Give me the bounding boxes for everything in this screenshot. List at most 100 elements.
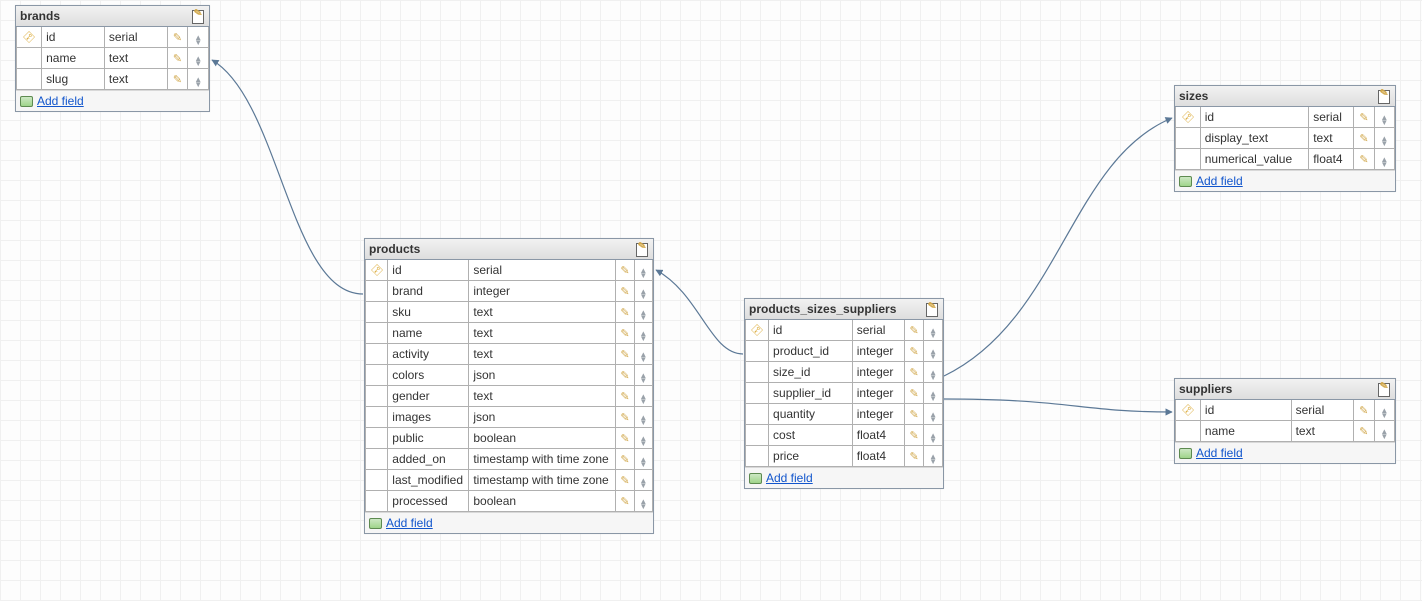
reorder-field-cell[interactable]: ▲▼ bbox=[634, 323, 652, 344]
edit-table-icon[interactable] bbox=[191, 9, 205, 23]
reorder-field-cell[interactable]: ▲▼ bbox=[924, 383, 943, 404]
reorder-field-cell[interactable]: ▲▼ bbox=[634, 491, 652, 512]
field-row[interactable]: supplier_idinteger✎▲▼ bbox=[746, 383, 943, 404]
edit-field-cell[interactable]: ✎ bbox=[167, 27, 188, 48]
add-field-row[interactable]: Add field bbox=[1175, 170, 1395, 191]
reorder-field-cell[interactable]: ▲▼ bbox=[188, 69, 209, 90]
field-row[interactable]: ⚿idserial✎▲▼ bbox=[746, 320, 943, 341]
field-row[interactable]: brandinteger✎▲▼ bbox=[366, 281, 653, 302]
field-row[interactable]: size_idinteger✎▲▼ bbox=[746, 362, 943, 383]
edit-field-cell[interactable]: ✎ bbox=[905, 362, 924, 383]
field-row[interactable]: slugtext✎▲▼ bbox=[17, 69, 209, 90]
add-field-row[interactable]: Add field bbox=[16, 90, 209, 111]
reorder-field-cell[interactable]: ▲▼ bbox=[924, 341, 943, 362]
add-field-link[interactable]: Add field bbox=[1196, 174, 1243, 188]
field-row[interactable]: numerical_valuefloat4✎▲▼ bbox=[1176, 149, 1395, 170]
reorder-field-cell[interactable]: ▲▼ bbox=[634, 470, 652, 491]
field-row[interactable]: last_modifiedtimestamp with time zone✎▲▼ bbox=[366, 470, 653, 491]
add-field-link[interactable]: Add field bbox=[37, 94, 84, 108]
edit-field-cell[interactable]: ✎ bbox=[616, 491, 634, 512]
edit-field-cell[interactable]: ✎ bbox=[616, 323, 634, 344]
reorder-field-cell[interactable]: ▲▼ bbox=[924, 446, 943, 467]
reorder-field-cell[interactable]: ▲▼ bbox=[924, 425, 943, 446]
reorder-field-cell[interactable]: ▲▼ bbox=[188, 48, 209, 69]
field-row[interactable]: colorsjson✎▲▼ bbox=[366, 365, 653, 386]
field-row[interactable]: skutext✎▲▼ bbox=[366, 302, 653, 323]
edit-field-cell[interactable]: ✎ bbox=[616, 302, 634, 323]
edit-field-cell[interactable]: ✎ bbox=[905, 383, 924, 404]
field-row[interactable]: added_ontimestamp with time zone✎▲▼ bbox=[366, 449, 653, 470]
add-field-row[interactable]: Add field bbox=[365, 512, 653, 533]
reorder-field-cell[interactable]: ▲▼ bbox=[924, 404, 943, 425]
add-field-link[interactable]: Add field bbox=[1196, 446, 1243, 460]
reorder-field-cell[interactable]: ▲▼ bbox=[924, 320, 943, 341]
reorder-field-cell[interactable]: ▲▼ bbox=[1374, 400, 1394, 421]
reorder-field-cell[interactable]: ▲▼ bbox=[634, 302, 652, 323]
reorder-field-cell[interactable]: ▲▼ bbox=[634, 407, 652, 428]
field-row[interactable]: nametext✎▲▼ bbox=[17, 48, 209, 69]
reorder-field-cell[interactable]: ▲▼ bbox=[634, 428, 652, 449]
edit-field-cell[interactable]: ✎ bbox=[616, 470, 634, 491]
edit-field-cell[interactable]: ✎ bbox=[616, 365, 634, 386]
field-row[interactable]: display_texttext✎▲▼ bbox=[1176, 128, 1395, 149]
field-row[interactable]: processedboolean✎▲▼ bbox=[366, 491, 653, 512]
edit-field-cell[interactable]: ✎ bbox=[1353, 421, 1374, 442]
field-row[interactable]: ⚿idserial✎▲▼ bbox=[17, 27, 209, 48]
edit-field-cell[interactable]: ✎ bbox=[1354, 149, 1375, 170]
field-row[interactable]: activitytext✎▲▼ bbox=[366, 344, 653, 365]
table-header[interactable]: brands bbox=[16, 6, 209, 27]
edit-field-cell[interactable]: ✎ bbox=[905, 320, 924, 341]
edit-field-cell[interactable]: ✎ bbox=[616, 344, 634, 365]
edit-field-cell[interactable]: ✎ bbox=[905, 341, 924, 362]
edit-field-cell[interactable]: ✎ bbox=[1354, 128, 1375, 149]
add-field-link[interactable]: Add field bbox=[766, 471, 813, 485]
edit-field-cell[interactable]: ✎ bbox=[905, 446, 924, 467]
reorder-field-cell[interactable]: ▲▼ bbox=[1374, 149, 1394, 170]
edit-table-icon[interactable] bbox=[925, 302, 939, 316]
edit-table-icon[interactable] bbox=[1377, 382, 1391, 396]
field-row[interactable]: publicboolean✎▲▼ bbox=[366, 428, 653, 449]
table-products[interactable]: products⚿idserial✎▲▼brandinteger✎▲▼skute… bbox=[364, 238, 654, 534]
reorder-field-cell[interactable]: ▲▼ bbox=[634, 260, 652, 281]
reorder-field-cell[interactable]: ▲▼ bbox=[634, 386, 652, 407]
reorder-field-cell[interactable]: ▲▼ bbox=[924, 362, 943, 383]
field-row[interactable]: gendertext✎▲▼ bbox=[366, 386, 653, 407]
reorder-field-cell[interactable]: ▲▼ bbox=[188, 27, 209, 48]
edit-field-cell[interactable]: ✎ bbox=[616, 281, 634, 302]
table-sizes[interactable]: sizes⚿idserial✎▲▼display_texttext✎▲▼nume… bbox=[1174, 85, 1396, 192]
table-header[interactable]: products bbox=[365, 239, 653, 260]
table-header[interactable]: suppliers bbox=[1175, 379, 1395, 400]
edit-field-cell[interactable]: ✎ bbox=[616, 449, 634, 470]
add-field-link[interactable]: Add field bbox=[386, 516, 433, 530]
reorder-field-cell[interactable]: ▲▼ bbox=[1374, 107, 1394, 128]
edit-field-cell[interactable]: ✎ bbox=[1354, 107, 1375, 128]
field-row[interactable]: costfloat4✎▲▼ bbox=[746, 425, 943, 446]
table-pss[interactable]: products_sizes_suppliers⚿idserial✎▲▼prod… bbox=[744, 298, 944, 489]
edit-field-cell[interactable]: ✎ bbox=[616, 260, 634, 281]
field-row[interactable]: ⚿idserial✎▲▼ bbox=[1176, 107, 1395, 128]
table-header[interactable]: products_sizes_suppliers bbox=[745, 299, 943, 320]
reorder-field-cell[interactable]: ▲▼ bbox=[634, 281, 652, 302]
add-field-row[interactable]: Add field bbox=[745, 467, 943, 488]
table-suppliers[interactable]: suppliers⚿idserial✎▲▼nametext✎▲▼ Add fiel… bbox=[1174, 378, 1396, 464]
table-brands[interactable]: brands⚿idserial✎▲▼nametext✎▲▼slugtext✎▲▼… bbox=[15, 5, 210, 112]
edit-field-cell[interactable]: ✎ bbox=[1353, 400, 1374, 421]
field-row[interactable]: nametext✎▲▼ bbox=[366, 323, 653, 344]
edit-field-cell[interactable]: ✎ bbox=[905, 425, 924, 446]
edit-field-cell[interactable]: ✎ bbox=[167, 48, 188, 69]
reorder-field-cell[interactable]: ▲▼ bbox=[1374, 421, 1394, 442]
table-header[interactable]: sizes bbox=[1175, 86, 1395, 107]
field-row[interactable]: nametext✎▲▼ bbox=[1176, 421, 1395, 442]
edit-table-icon[interactable] bbox=[1377, 89, 1391, 103]
field-row[interactable]: imagesjson✎▲▼ bbox=[366, 407, 653, 428]
edit-field-cell[interactable]: ✎ bbox=[616, 407, 634, 428]
reorder-field-cell[interactable]: ▲▼ bbox=[634, 344, 652, 365]
field-row[interactable]: ⚿idserial✎▲▼ bbox=[366, 260, 653, 281]
field-row[interactable]: pricefloat4✎▲▼ bbox=[746, 446, 943, 467]
reorder-field-cell[interactable]: ▲▼ bbox=[1374, 128, 1394, 149]
reorder-field-cell[interactable]: ▲▼ bbox=[634, 365, 652, 386]
edit-field-cell[interactable]: ✎ bbox=[905, 404, 924, 425]
field-row[interactable]: ⚿idserial✎▲▼ bbox=[1176, 400, 1395, 421]
edit-field-cell[interactable]: ✎ bbox=[616, 428, 634, 449]
edit-table-icon[interactable] bbox=[635, 242, 649, 256]
